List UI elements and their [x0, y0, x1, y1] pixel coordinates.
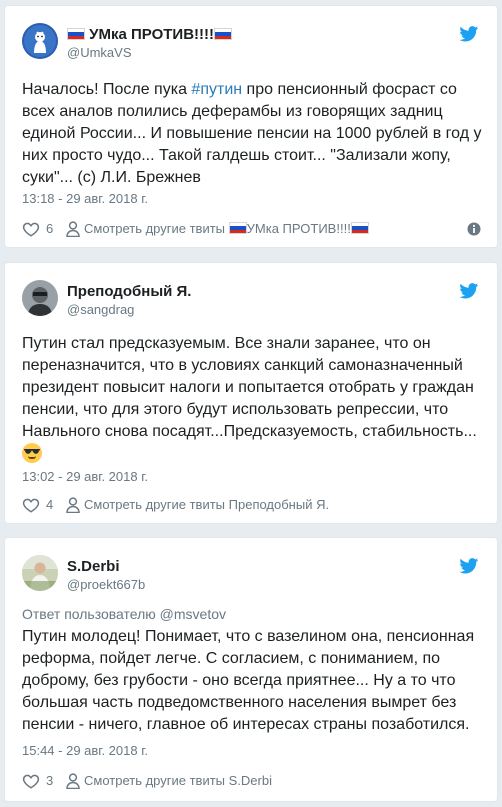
- info-icon[interactable]: [467, 222, 481, 236]
- avatar[interactable]: [22, 280, 58, 316]
- russian-flag-icon: [214, 28, 233, 40]
- hashtag-link[interactable]: #путин: [191, 81, 242, 98]
- tweet-card: Преподобный Я. @sangdrag Путин стал пред…: [4, 262, 498, 524]
- reply-to-label[interactable]: Ответ пользователю @msvetov: [22, 606, 226, 623]
- russian-flag-icon: [67, 28, 85, 40]
- tweet-text-body: Путин стал предсказуемым. Все знали зара…: [22, 335, 477, 440]
- russian-flag-icon: [350, 222, 369, 234]
- russian-flag-icon: [228, 222, 247, 234]
- twitter-bird-icon[interactable]: [459, 558, 479, 574]
- tweet-text-start: Началось! После пука: [22, 81, 192, 98]
- sunglasses-emoji-icon: [22, 443, 42, 463]
- tweet-actions: 4 Смотреть другие твиты Преподобный Я.: [22, 495, 483, 515]
- tweet-text: Началось! После пука #путин про пенсионн…: [22, 79, 483, 189]
- more-tweets-link[interactable]: Смотреть другие твиты Преподобный Я.: [84, 495, 329, 515]
- twitter-bird-icon[interactable]: [459, 283, 479, 299]
- timestamp[interactable]: 13:02 - 29 авг. 2018 г.: [22, 469, 148, 485]
- like-count[interactable]: 3: [46, 771, 53, 791]
- like-count[interactable]: 6: [46, 219, 53, 239]
- tweet-text: Путин стал предсказуемым. Все знали зара…: [22, 333, 483, 467]
- display-name[interactable]: УМка ПРОТИВ!!!!: [67, 26, 233, 44]
- avatar[interactable]: [22, 555, 58, 591]
- tweet-header: Преподобный Я. @sangdrag: [5, 263, 497, 323]
- twitter-bird-icon[interactable]: [459, 26, 479, 42]
- timestamp[interactable]: 15:44 - 29 авг. 2018 г.: [22, 743, 148, 759]
- heart-icon[interactable]: [22, 220, 40, 238]
- more-tweets-user: УМка ПРОТИВ!!!!: [246, 221, 351, 236]
- tweet-card: S.Derbi @proekt667b Ответ пользователю @…: [4, 537, 498, 802]
- tweet-actions: 6 Смотреть другие твиты УМка ПРОТИВ!!!!: [22, 219, 483, 239]
- user-handle[interactable]: @sangdrag: [67, 302, 134, 318]
- tweet-actions: 3 Смотреть другие твиты S.Derbi: [22, 771, 483, 791]
- tweet-card: УМка ПРОТИВ!!!! @UmkaVS Началось! После …: [4, 5, 498, 248]
- tweet-header: S.Derbi @proekt667b: [5, 538, 497, 598]
- more-tweets-link[interactable]: Смотреть другие твиты S.Derbi: [84, 771, 272, 791]
- person-icon: [66, 773, 80, 789]
- tweet-header: УМка ПРОТИВ!!!! @UmkaVS: [5, 6, 497, 66]
- user-handle[interactable]: @proekt667b: [67, 577, 145, 593]
- timestamp[interactable]: 13:18 - 29 авг. 2018 г.: [22, 191, 148, 207]
- user-handle[interactable]: @UmkaVS: [67, 45, 132, 61]
- tweet-text: Путин молодец! Понимает, что с вазелином…: [22, 628, 475, 733]
- person-icon: [66, 221, 80, 237]
- display-name[interactable]: Преподобный Я.: [67, 283, 191, 301]
- avatar[interactable]: [22, 23, 58, 59]
- more-tweets-link[interactable]: Смотреть другие твиты УМка ПРОТИВ!!!!: [84, 219, 369, 239]
- more-tweets-label: Смотреть другие твиты: [84, 221, 226, 236]
- heart-icon[interactable]: [22, 772, 40, 790]
- heart-icon[interactable]: [22, 496, 40, 514]
- display-name[interactable]: S.Derbi: [67, 558, 120, 576]
- person-icon: [66, 497, 80, 513]
- display-name-text: УМка ПРОТИВ!!!!: [89, 26, 215, 43]
- like-count[interactable]: 4: [46, 495, 53, 515]
